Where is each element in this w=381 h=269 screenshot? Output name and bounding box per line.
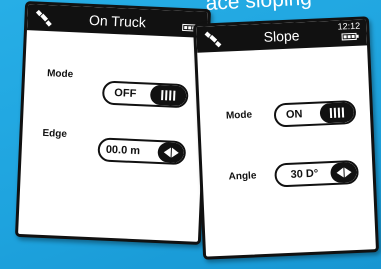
edge-value: 00.0 m — [105, 143, 141, 158]
edge-label: Edge — [42, 127, 68, 140]
title-bar: Slope 12:12 — [196, 19, 368, 53]
screen-title: On Truck — [88, 11, 147, 31]
angle-stepper[interactable]: 30 D° — [274, 159, 360, 188]
mode-toggle[interactable]: OFF — [101, 80, 189, 109]
clock-time: 12:12 — [337, 20, 361, 32]
title-bar: On Truck — [26, 4, 208, 39]
left-right-arrows-icon[interactable] — [330, 161, 357, 184]
mode-label: Mode — [225, 109, 253, 122]
toggle-knob-icon — [319, 102, 355, 124]
on-truck-screen: On Truck Mode OFF Edge 00.0 m — [14, 1, 212, 245]
edge-stepper[interactable]: 00.0 m — [97, 137, 187, 166]
left-right-arrows-icon[interactable] — [157, 141, 185, 164]
angle-value: 30 D° — [290, 167, 319, 181]
mode-label: Mode — [46, 68, 74, 81]
angle-label: Angle — [228, 170, 257, 183]
toggle-state: ON — [285, 108, 303, 121]
toggle-knob-icon — [149, 84, 187, 107]
slope-screen: Slope 12:12 Mode ON Angle 30 D° — [192, 16, 380, 260]
battery-icon — [341, 32, 357, 41]
mode-toggle[interactable]: ON — [273, 99, 357, 128]
toggle-state: OFF — [114, 87, 137, 100]
header-caption: ace sloping — [205, 0, 313, 15]
